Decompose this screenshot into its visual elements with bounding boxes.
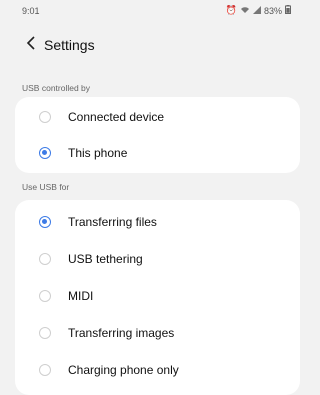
option-label: Transferring files: [68, 215, 157, 229]
section-header-usb-controlled-by: USB controlled by: [22, 83, 91, 93]
radio-usb-tethering[interactable]: [39, 253, 51, 265]
radio-midi[interactable]: [39, 290, 51, 302]
option-label: MIDI: [68, 289, 94, 303]
option-usb-tethering[interactable]: USB tethering: [15, 241, 300, 277]
option-midi[interactable]: MIDI: [15, 278, 300, 314]
option-transferring-images[interactable]: Transferring images: [15, 315, 300, 351]
option-connected-device[interactable]: Connected device: [15, 99, 300, 135]
wifi-icon: [240, 6, 250, 16]
radio-transferring-images[interactable]: [39, 327, 51, 339]
usb-controlled-by-card: Connected device This phone: [15, 97, 300, 173]
section-header-use-usb-for: Use USB for: [22, 182, 70, 192]
option-label: Transferring images: [68, 326, 175, 340]
signal-icon: [252, 5, 261, 16]
use-usb-for-card: Transferring files USB tethering MIDI Tr…: [15, 200, 300, 395]
page-title: Settings: [44, 37, 95, 53]
option-label: Connected device: [68, 110, 165, 124]
option-label: Charging phone only: [68, 363, 179, 377]
battery-icon: [285, 5, 291, 16]
radio-this-phone[interactable]: [39, 147, 51, 159]
status-time: 9:01: [22, 6, 40, 16]
chevron-left-icon: [26, 35, 36, 55]
radio-connected-device[interactable]: [39, 111, 51, 123]
top-bar: Settings: [0, 30, 305, 60]
status-icons: ⏰ 83%: [226, 5, 291, 16]
option-charging-phone-only[interactable]: Charging phone only: [15, 352, 300, 388]
radio-transferring-files[interactable]: [39, 216, 51, 228]
battery-percent: 83%: [263, 5, 282, 16]
status-bar: 9:01 ⏰ 83%: [0, 0, 305, 26]
option-label: This phone: [68, 146, 128, 160]
option-label: USB tethering: [68, 252, 143, 266]
radio-charging-phone-only[interactable]: [39, 364, 51, 376]
back-button[interactable]: [20, 34, 42, 56]
option-this-phone[interactable]: This phone: [15, 135, 300, 171]
option-transferring-files[interactable]: Transferring files: [15, 204, 300, 240]
alarm-icon: ⏰: [225, 5, 237, 15]
